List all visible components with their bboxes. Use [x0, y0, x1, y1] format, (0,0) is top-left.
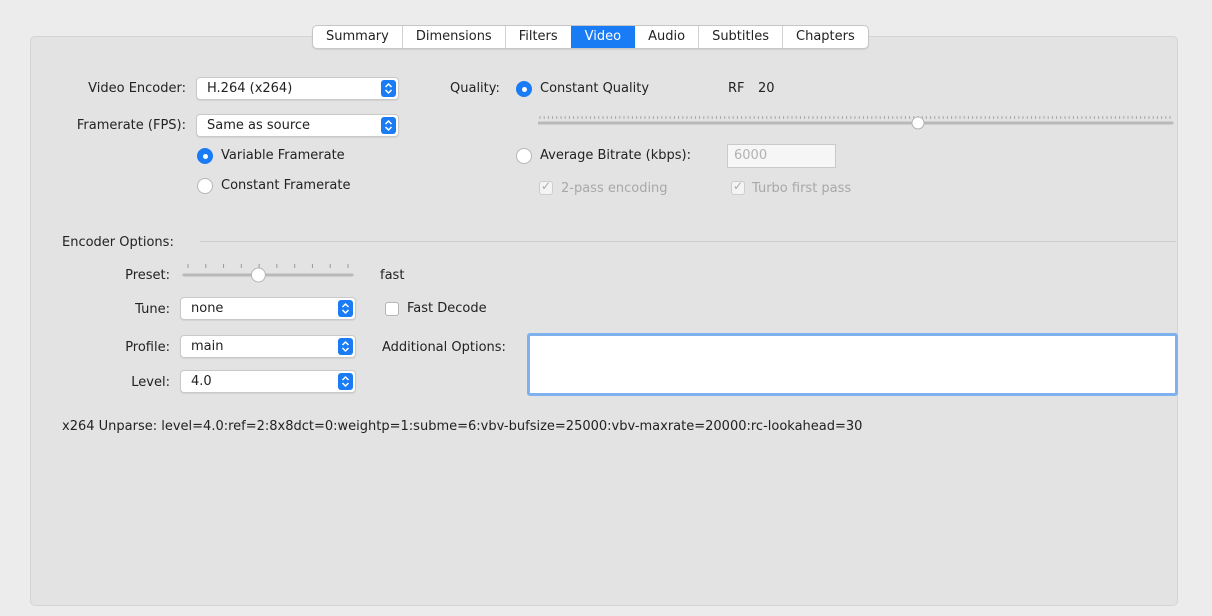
turbo-first-pass-label: Turbo first pass [752, 181, 852, 196]
constant-quality-label: Constant Quality [540, 81, 650, 96]
tune-label: Tune: [135, 302, 170, 317]
x264-unparse-text: x264 Unparse: level=4.0:ref=2:8x8dct=0:w… [62, 419, 863, 434]
stepper-icon [338, 300, 353, 317]
level-select[interactable]: 4.0 [180, 370, 356, 393]
preset-slider-knob[interactable] [250, 267, 266, 283]
encoder-options-header: Encoder Options: [62, 235, 174, 250]
rf-label: RF [728, 81, 745, 96]
tab-video[interactable]: Video [570, 26, 635, 48]
window: Summary Dimensions Filters Video Audio S… [0, 0, 1212, 616]
two-pass-label: 2-pass encoding [561, 181, 668, 196]
framerate-value: Same as source [207, 118, 311, 133]
tab-filters[interactable]: Filters [504, 26, 571, 48]
bitrate-field[interactable]: 6000 [727, 144, 836, 168]
preset-label: Preset: [125, 268, 170, 283]
level-label: Level: [131, 375, 170, 390]
quality-label: Quality: [450, 81, 500, 96]
variable-framerate-radio[interactable] [197, 148, 213, 164]
variable-framerate-label: Variable Framerate [221, 148, 345, 163]
video-encoder-select[interactable]: H.264 (x264) [196, 77, 399, 100]
checkmark-icon: ✓ [541, 179, 552, 193]
quality-slider[interactable] [537, 106, 1174, 130]
tab-summary[interactable]: Summary [313, 26, 402, 48]
tab-audio[interactable]: Audio [634, 26, 698, 48]
preset-slider[interactable] [180, 260, 356, 284]
turbo-first-pass-checkbox[interactable]: ✓ [731, 179, 745, 195]
average-bitrate-label: Average Bitrate (kbps): [540, 148, 692, 163]
video-encoder-value: H.264 (x264) [207, 81, 293, 96]
stepper-icon [338, 338, 353, 355]
average-bitrate-radio[interactable] [516, 148, 532, 164]
level-value: 4.0 [191, 374, 212, 389]
constant-quality-radio[interactable] [516, 81, 532, 97]
video-encoder-label: Video Encoder: [88, 81, 186, 96]
encoder-options-divider [200, 241, 1176, 242]
additional-options-label: Additional Options: [382, 340, 506, 355]
tune-value: none [191, 301, 224, 316]
profile-value: main [191, 339, 224, 354]
fast-decode-label: Fast Decode [407, 301, 487, 316]
two-pass-checkbox[interactable]: ✓ [539, 179, 553, 195]
additional-options-field[interactable] [527, 333, 1178, 396]
stepper-icon [381, 117, 396, 134]
tab-bar: Summary Dimensions Filters Video Audio S… [312, 25, 869, 49]
profile-label: Profile: [125, 340, 170, 355]
stepper-icon [338, 373, 353, 390]
fast-decode-checkbox[interactable] [385, 302, 399, 316]
tab-dimensions[interactable]: Dimensions [401, 26, 505, 48]
checkmark-icon: ✓ [733, 179, 744, 193]
framerate-label: Framerate (FPS): [76, 118, 186, 133]
tune-select[interactable]: none [180, 297, 356, 320]
tab-subtitles[interactable]: Subtitles [698, 26, 782, 48]
preset-value: fast [380, 268, 405, 283]
framerate-select[interactable]: Same as source [196, 114, 399, 137]
stepper-icon [381, 80, 396, 97]
tab-chapters[interactable]: Chapters [782, 26, 868, 48]
rf-value: 20 [758, 81, 775, 96]
constant-framerate-label: Constant Framerate [221, 178, 351, 193]
constant-framerate-radio[interactable] [197, 178, 213, 194]
profile-select[interactable]: main [180, 335, 356, 358]
quality-slider-knob[interactable] [911, 116, 925, 130]
